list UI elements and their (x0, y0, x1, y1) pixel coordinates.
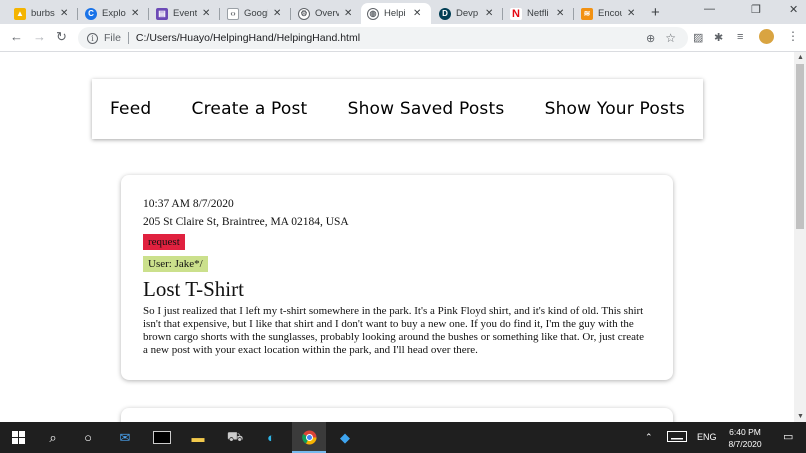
browser-tab-4[interactable]: ⚙ Overv ✕ (292, 3, 360, 24)
browser-tab-2[interactable]: ▤ Event ✕ (150, 3, 218, 24)
forward-icon[interactable]: → (33, 29, 46, 44)
post-card-next (121, 408, 673, 422)
tab-title: Encou (598, 8, 622, 19)
browser-tab-8[interactable]: ≋ Encou ✕ (575, 3, 643, 24)
store-icon[interactable]: ⛟ (225, 429, 245, 446)
rss-icon: ≋ (581, 7, 593, 20)
browser-tab-5[interactable]: ◍ Helpi ✕ (361, 3, 431, 24)
tray-expand-icon[interactable]: ⌃ (645, 432, 653, 443)
tab-title: Event (173, 8, 197, 19)
tab-divider (77, 8, 78, 20)
clock-time: 6:40 PM (729, 427, 761, 437)
browser-tab-6[interactable]: D Devp ✕ (433, 3, 501, 24)
globe-icon: ◍ (367, 7, 379, 20)
nav-create-post[interactable]: Create a Post (192, 99, 308, 119)
explorer-icon: C (85, 7, 97, 20)
back-icon[interactable]: ← (10, 29, 23, 44)
tab-divider (573, 8, 574, 20)
notification-icon[interactable]: ▭ (783, 430, 793, 443)
tab-title: Netfli (527, 8, 549, 19)
nav-feed[interactable]: Feed (110, 99, 151, 119)
site-nav: Feed Create a Post Show Saved Posts Show… (92, 79, 703, 139)
file-explorer-icon[interactable]: ▬ (188, 429, 208, 446)
close-icon[interactable]: ✕ (413, 8, 421, 19)
windows-start-icon[interactable] (10, 429, 26, 446)
browser-tab-0[interactable]: ▲ burbs ✕ (8, 3, 76, 24)
post-type-badge: request (143, 234, 185, 250)
post-title: Lost T-Shirt (143, 277, 244, 301)
vscode-icon[interactable]: ◆ (335, 429, 355, 446)
tab-strip: ▲ burbs ✕ C Explo ✕ ▤ Event ✕ ‹› Googl ✕… (0, 0, 806, 24)
close-window-button[interactable]: ✕ (789, 3, 798, 16)
close-icon[interactable]: ✕ (556, 8, 564, 19)
profile-avatar[interactable] (759, 29, 774, 44)
close-icon[interactable]: ✕ (131, 8, 139, 19)
tab-title: Explo (102, 8, 126, 19)
tab-divider (219, 8, 220, 20)
search-icon[interactable]: ⌕ (45, 429, 61, 446)
page-viewport: Feed Create a Post Show Saved Posts Show… (0, 52, 794, 422)
restore-button[interactable]: ❐ (751, 3, 761, 16)
browser-tab-7[interactable]: N Netfli ✕ (504, 3, 572, 24)
tab-title: Overv (315, 8, 339, 19)
mail-icon[interactable]: ✉ (115, 429, 135, 446)
close-icon[interactable]: ✕ (60, 8, 68, 19)
post-address: 205 St Claire St, Braintree, MA 02184, U… (143, 216, 349, 228)
address-bar[interactable]: i File C:/Users/Huayo/HelpingHand/Helpin… (78, 27, 688, 49)
input-language[interactable]: ENG (697, 432, 717, 442)
extension-icon[interactable]: ▨ (693, 31, 703, 44)
scroll-down-icon[interactable]: ▼ (797, 413, 804, 420)
system-clock[interactable]: 6:40 PM 8/7/2020 (724, 426, 766, 450)
task-view-icon[interactable]: ○ (80, 429, 96, 446)
scheme-label: File (104, 32, 121, 44)
nav-saved-posts[interactable]: Show Saved Posts (348, 99, 505, 119)
clock-date: 8/7/2020 (728, 439, 762, 449)
code-icon: ‹› (227, 7, 239, 20)
address-divider (127, 32, 129, 44)
tab-divider (502, 8, 503, 20)
browser-tab-3[interactable]: ‹› Googl ✕ (221, 3, 289, 24)
post-user-badge: User: Jake*/ (143, 256, 208, 272)
chrome-icon[interactable] (299, 429, 319, 446)
tab-divider (148, 8, 149, 20)
close-icon[interactable]: ✕ (627, 8, 635, 19)
close-icon[interactable]: ✕ (202, 8, 210, 19)
browser-tab-1[interactable]: C Explo ✕ (79, 3, 147, 24)
netflix-icon: N (510, 7, 522, 20)
edge-icon[interactable]: ◐ (261, 429, 281, 446)
location-icon[interactable]: ⊕ (646, 32, 655, 45)
menu-icon[interactable]: ⋮ (787, 29, 799, 43)
settings-icon: ⚙ (298, 7, 310, 20)
puzzle-icon[interactable]: ✱ (714, 31, 723, 44)
scroll-up-icon[interactable]: ▲ (797, 54, 804, 61)
close-icon[interactable]: ✕ (485, 8, 493, 19)
calendar-icon: ▤ (156, 7, 168, 20)
close-icon[interactable]: ✕ (273, 8, 281, 19)
tab-title: Devp (456, 8, 479, 19)
url-text[interactable]: C:/Users/Huayo/HelpingHand/HelpingHand.h… (136, 32, 360, 44)
windows-taskbar: ⌕ ○ ✉ ▬ ⛟ ◐ ◆ ⌃ ENG 6:40 PM 8/7/2020 ▭ (0, 422, 806, 453)
devpost-icon: D (439, 7, 451, 20)
tab-title: burbs (31, 8, 55, 19)
new-tab-button[interactable]: + (651, 4, 660, 21)
browser-toolbar: ← → ↻ i File C:/Users/Huayo/HelpingHand/… (0, 24, 806, 52)
tab-title: Helpi (384, 8, 406, 19)
post-card: 10:37 AM 8/7/2020 205 St Claire St, Brai… (121, 175, 673, 380)
post-time: 10:37 AM 8/7/2020 (143, 198, 234, 210)
terminal-icon[interactable] (152, 429, 172, 446)
minimize-button[interactable]: — (704, 3, 715, 15)
media-control-icon[interactable]: ≡ (737, 31, 743, 43)
nav-your-posts[interactable]: Show Your Posts (545, 99, 685, 119)
reload-icon[interactable]: ↻ (56, 29, 67, 45)
scrollbar-thumb[interactable] (796, 64, 804, 229)
bookmark-star-icon[interactable]: ☆ (665, 31, 676, 45)
page-scrollbar[interactable]: ▲ ▼ (794, 52, 806, 422)
post-body: So I just realized that I left my t-shir… (143, 305, 644, 356)
keyboard-icon[interactable] (667, 431, 687, 444)
tab-divider (290, 8, 291, 20)
info-icon[interactable]: i (87, 32, 98, 44)
tab-title: Googl (244, 8, 268, 19)
close-icon[interactable]: ✕ (344, 8, 352, 19)
drive-icon: ▲ (14, 7, 26, 20)
